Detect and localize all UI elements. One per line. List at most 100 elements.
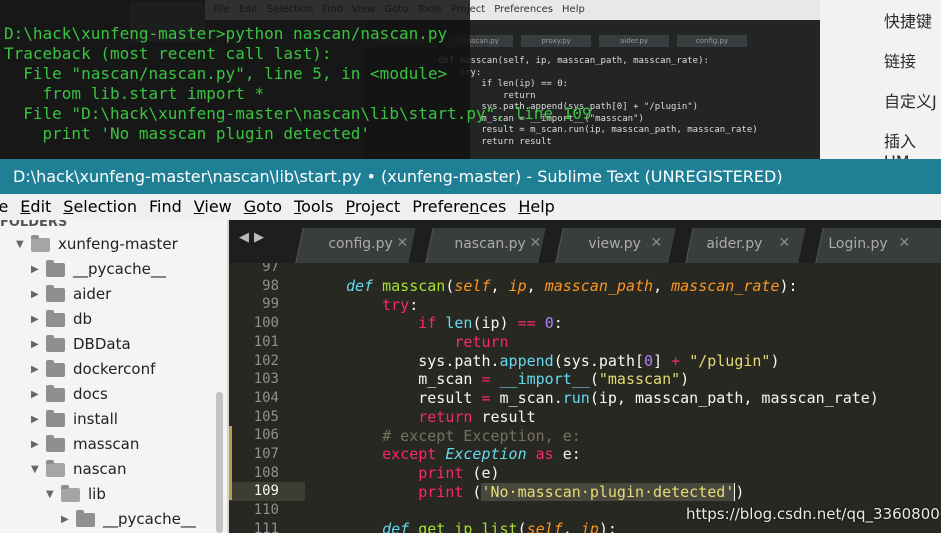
background-right-panel: 快捷键 链接 自定义J 插入UM bbox=[820, 0, 941, 171]
line-number: 101 bbox=[253, 333, 279, 350]
close-icon[interactable]: ✕ bbox=[899, 235, 911, 251]
chevron-down-icon[interactable]: ▼ bbox=[46, 482, 54, 507]
sidebar-scrollbar[interactable] bbox=[216, 392, 223, 533]
right-panel-item[interactable]: 自定义J bbox=[884, 88, 937, 112]
folder-label: __pycache__ bbox=[73, 260, 166, 278]
sidebar-folder-item[interactable]: ▼ xunfeng-master bbox=[0, 232, 229, 257]
chevron-right-icon[interactable]: ▶ bbox=[61, 507, 69, 532]
right-panel-item[interactable]: 快捷键 bbox=[884, 8, 932, 32]
line-number: 105 bbox=[253, 408, 279, 425]
menu-view[interactable]: View bbox=[194, 194, 232, 220]
chevron-right-icon[interactable]: ▶ bbox=[31, 407, 39, 432]
tab-login[interactable]: Login.py ✕ bbox=[815, 228, 941, 263]
sidebar-folder-item[interactable]: ▶ docs bbox=[0, 382, 229, 407]
sidebar-folder-item[interactable]: ▶ __pycache__ bbox=[0, 507, 229, 532]
tab-next-icon[interactable]: ▶ bbox=[254, 230, 264, 245]
sidebar-folder-item[interactable]: ▶ __pycache__ bbox=[0, 257, 229, 282]
chevron-right-icon[interactable]: ▶ bbox=[31, 257, 39, 282]
code-line: return bbox=[454, 333, 509, 351]
chevron-right-icon[interactable]: ▶ bbox=[31, 332, 39, 357]
line-number: 111 bbox=[253, 520, 279, 533]
terminal-line: from lib.start import * bbox=[4, 84, 265, 103]
folder-icon bbox=[46, 260, 65, 277]
chevron-right-icon[interactable]: ▶ bbox=[31, 382, 39, 407]
tab-bar: ◀ ▶ config.py ✕ nascan.py ✕ view.py ✕ ai… bbox=[229, 220, 941, 263]
code-line: except Exception as e: bbox=[382, 445, 581, 463]
chevron-down-icon[interactable]: ▼ bbox=[31, 457, 39, 482]
chevron-right-icon[interactable]: ▶ bbox=[31, 307, 39, 332]
menu-file[interactable]: le bbox=[0, 194, 8, 220]
sidebar-folder-item[interactable]: ▶ DBData bbox=[0, 332, 229, 357]
folder-icon bbox=[46, 360, 65, 377]
window-title: D:\hack\xunfeng-master\nascan\lib\start.… bbox=[13, 167, 783, 186]
sidebar-folder-item[interactable]: ▶ db bbox=[0, 307, 229, 332]
line-number: 107 bbox=[253, 446, 279, 462]
code-line: print (e) bbox=[418, 464, 500, 482]
tab-label: Login.py bbox=[828, 236, 888, 252]
code-line: print ('No·masscan·plugin·detected') bbox=[418, 483, 745, 501]
close-icon[interactable]: ✕ bbox=[651, 235, 663, 251]
tab-nascan[interactable]: nascan.py ✕ bbox=[425, 228, 546, 263]
menu-project[interactable]: Project bbox=[345, 194, 400, 220]
tab-label: view.py bbox=[588, 236, 641, 252]
terminal-window[interactable]: D:\hack\xunfeng-master>python nascan/nas… bbox=[0, 0, 592, 160]
chevron-down-icon[interactable]: ▼ bbox=[16, 232, 24, 257]
sidebar-folder-item[interactable]: ▼ lib bbox=[0, 482, 229, 507]
chevron-right-icon[interactable]: ▶ bbox=[31, 357, 39, 382]
code-line: result = m_scan.run(ip, masscan_path, ma… bbox=[346, 389, 879, 407]
line-number: 106 bbox=[253, 427, 279, 444]
folder-icon bbox=[46, 435, 65, 452]
terminal-line: File "nascan/nascan.py", line 5, in <mod… bbox=[4, 64, 448, 83]
folder-label: masscan bbox=[73, 435, 140, 453]
close-icon[interactable]: ✕ bbox=[530, 235, 542, 251]
tab-prev-icon[interactable]: ◀ bbox=[239, 230, 249, 245]
code-line: m_scan = __import__("masscan") bbox=[346, 370, 690, 388]
chevron-right-icon[interactable]: ▶ bbox=[31, 432, 39, 457]
right-panel-item[interactable]: 链接 bbox=[884, 48, 916, 72]
line-number: 108 bbox=[253, 464, 279, 481]
folder-label: install bbox=[73, 410, 118, 428]
terminal-line: print 'No masscan plugin detected' bbox=[4, 124, 371, 143]
background-tab: config.py bbox=[677, 35, 747, 47]
sidebar-header: FOLDERS bbox=[0, 220, 68, 230]
terminal-line: File "D:\hack\xunfeng-master\nascan\lib\… bbox=[4, 104, 592, 123]
code-editor[interactable]: 97 98 99 100 101 102 103 104 105 106 107 108 109 110 1… bbox=[229, 263, 941, 533]
tab-config[interactable]: config.py ✕ bbox=[295, 228, 416, 263]
tab-aider[interactable]: aider.py ✕ bbox=[685, 228, 806, 263]
line-number: 102 bbox=[253, 352, 279, 369]
menu-preferences[interactable]: Preferences bbox=[412, 194, 506, 220]
sidebar-folder-item[interactable]: ▼ nascan bbox=[0, 457, 229, 482]
line-number: 109 bbox=[253, 483, 279, 500]
sidebar-folder-item[interactable]: ▶ masscan bbox=[0, 432, 229, 457]
close-icon[interactable]: ✕ bbox=[397, 235, 409, 251]
watermark-url: https://blog.csdn.net/qq_33608000 bbox=[686, 505, 941, 523]
code-line: if len(ip) == 0: bbox=[418, 314, 563, 332]
window-titlebar[interactable]: D:\hack\xunfeng-master\nascan\lib\start.… bbox=[0, 159, 941, 194]
line-number: 97 bbox=[262, 263, 279, 275]
tab-view[interactable]: view.py ✕ bbox=[555, 228, 676, 263]
menu-find[interactable]: Find bbox=[149, 194, 182, 220]
menu-goto[interactable]: Goto bbox=[244, 194, 282, 220]
sidebar-folder-item[interactable]: ▶ aider bbox=[0, 282, 229, 307]
folder-icon bbox=[46, 410, 65, 427]
chevron-right-icon[interactable]: ▶ bbox=[31, 282, 39, 307]
close-icon[interactable]: ✕ bbox=[779, 235, 791, 251]
folder-sidebar: FOLDERS ▼ xunfeng-master ▶ __pycache__ ▶ aide… bbox=[0, 220, 229, 533]
sidebar-folder-item[interactable]: ▶ dockerconf bbox=[0, 357, 229, 382]
folder-icon bbox=[46, 460, 65, 477]
line-number: 103 bbox=[253, 371, 279, 388]
menu-help[interactable]: Help bbox=[518, 194, 554, 220]
menu-selection[interactable]: Selection bbox=[63, 194, 137, 220]
folder-icon bbox=[46, 385, 65, 402]
folder-label: nascan bbox=[73, 460, 127, 478]
sidebar-folder-item[interactable]: ▶ install bbox=[0, 407, 229, 432]
code-line: sys.path.append(sys.path[0] + "/plugin") bbox=[346, 352, 780, 370]
folder-label: docs bbox=[73, 385, 108, 403]
folder-icon bbox=[76, 510, 95, 527]
tab-label: config.py bbox=[328, 236, 393, 252]
menu-edit[interactable]: Edit bbox=[20, 194, 51, 220]
background-menu-item: Preferences bbox=[494, 4, 554, 15]
line-number: 100 bbox=[253, 315, 279, 332]
background-code-line: def masscan(self, ip, masscan_path, mass… bbox=[438, 56, 709, 66]
menu-tools[interactable]: Tools bbox=[294, 194, 333, 220]
